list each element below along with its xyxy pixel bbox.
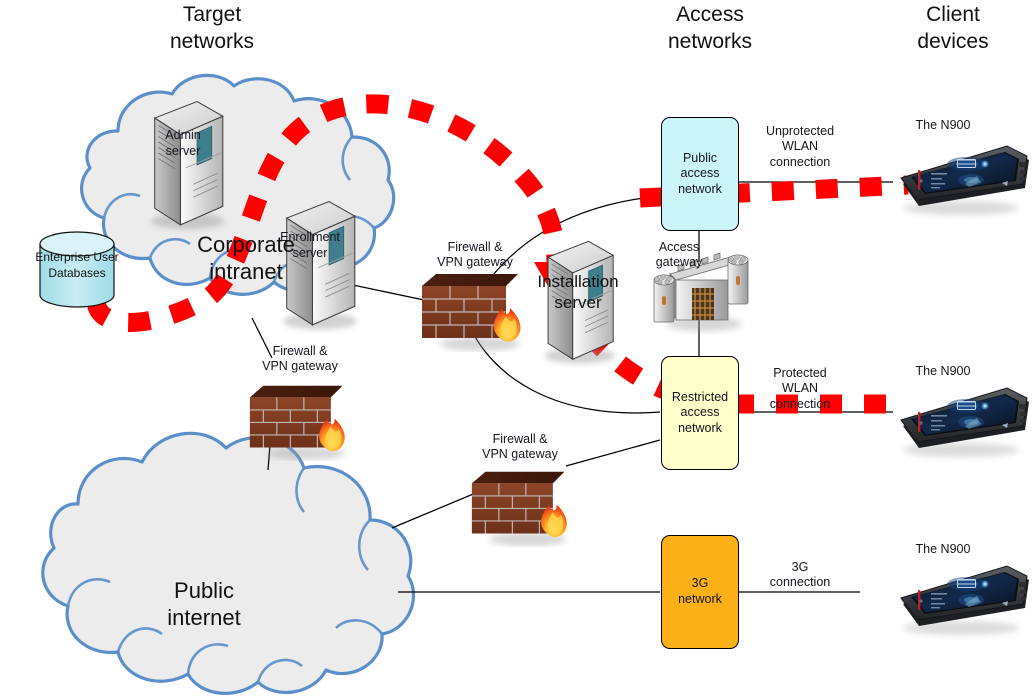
admin-server-icon	[151, 102, 225, 230]
restricted-access-network-box[interactable]: Restricted access network	[661, 356, 739, 470]
n900-device-icon-3g	[901, 566, 1029, 635]
enrollment-server-label: Enrollment server	[280, 230, 340, 260]
3g-network-box[interactable]: 3G network	[661, 535, 739, 649]
unprotected-wlan-connection-label: Unprotected WLAN connection	[765, 124, 835, 169]
protected-wlan-connection-label: Protected WLAN connection	[769, 366, 831, 411]
n900-label-protected: The N900	[915, 364, 971, 378]
public-access-network-box[interactable]: Public access network	[661, 117, 739, 231]
restricted-access-network-label: Restricted access network	[671, 389, 729, 435]
firewall-vpn-gateway-label-corporate: Firewall & VPN gateway	[437, 240, 513, 270]
3g-connection-label: 3G connection	[769, 560, 831, 590]
cloud-public-internet	[41, 431, 416, 695]
firewall-icon-corporate	[422, 274, 520, 351]
firewall-icon-internet-lower	[472, 472, 567, 546]
n900-device-icon-protected	[901, 388, 1029, 457]
installation-server-label: Installation server	[537, 272, 619, 312]
n900-label-3g: The N900	[915, 542, 971, 556]
3g-network-label: 3G network	[678, 576, 722, 606]
n900-label-unprotected: The N900	[915, 118, 971, 132]
network-architecture-diagram: Public access network Restricted access …	[0, 0, 1035, 698]
public-access-network-label: Public access network	[678, 150, 722, 196]
access-gateway-label: Access gateway	[655, 240, 703, 270]
column-heading-target-networks: Target networks	[169, 3, 255, 53]
firewall-vpn-gateway-label-internet-lower: Firewall & VPN gateway	[482, 432, 558, 462]
firewall-vpn-gateway-label-internet-upper: Firewall & VPN gateway	[262, 344, 338, 374]
column-heading-client-devices: Client devices	[917, 3, 989, 53]
public-internet-label: Public internet	[167, 578, 241, 630]
n900-device-icon-unprotected	[901, 146, 1029, 215]
admin-server-label: Admin server	[165, 128, 201, 158]
column-heading-access-networks: Access networks	[667, 3, 753, 53]
enterprise-user-databases-label: Enterprise User Databases	[35, 250, 119, 280]
